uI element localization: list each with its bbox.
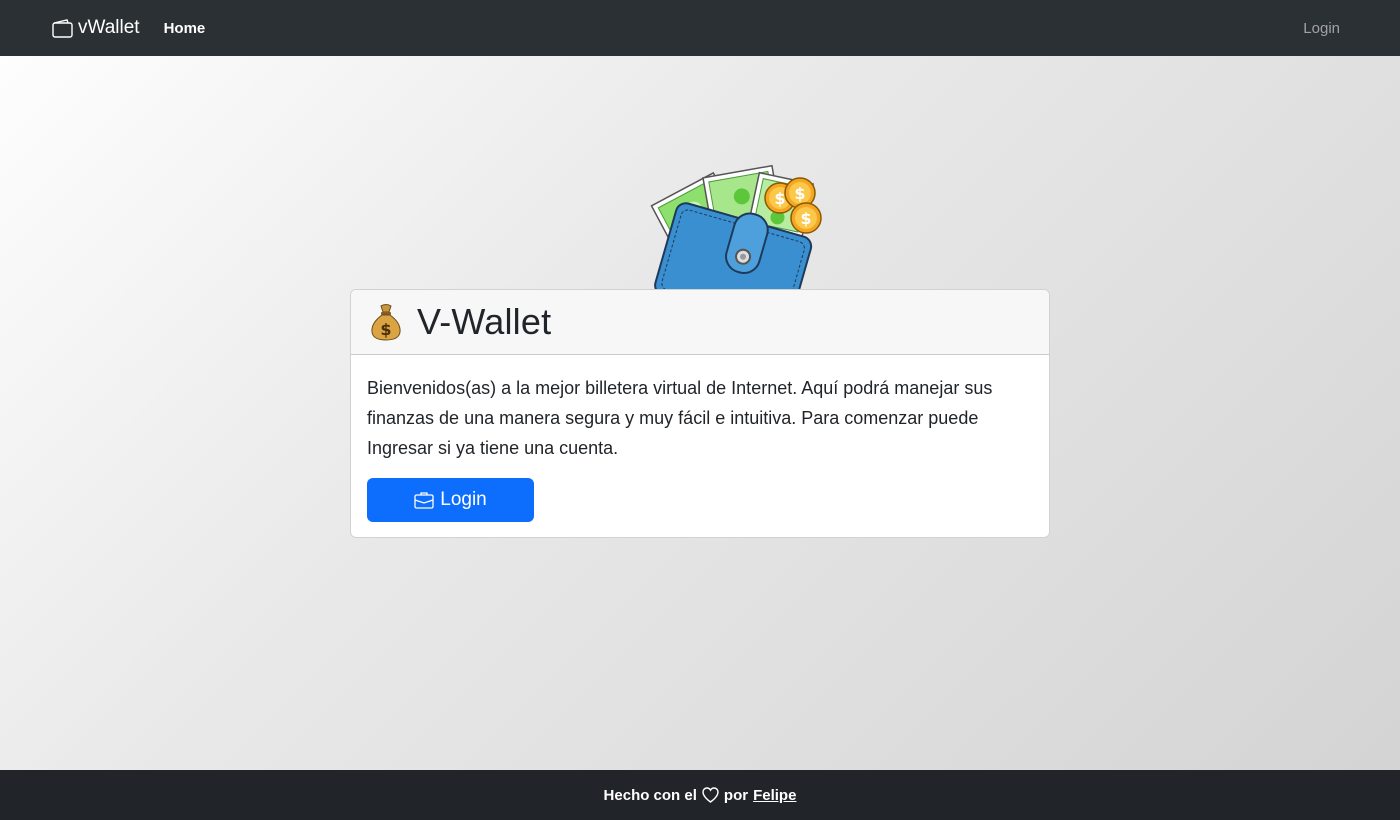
footer-text-before: Hecho con el (603, 786, 697, 804)
navbar: vWallet Home Login (0, 0, 1400, 56)
svg-text:$: $ (380, 320, 391, 339)
login-button[interactable]: Login (367, 478, 534, 522)
card-body: Bienvenidos(as) a la mejor billetera vir… (351, 355, 1049, 537)
card-title: V-Wallet (417, 301, 552, 342)
heart-icon (702, 787, 719, 803)
brand-link[interactable]: vWallet (52, 17, 140, 39)
brand-name: vWallet (78, 17, 140, 38)
author-link[interactable]: Felipe (753, 787, 796, 804)
nav-home-link[interactable]: Home (164, 20, 206, 37)
hero-wallet-image: $ $ $ (640, 160, 835, 290)
svg-text:$: $ (794, 184, 805, 203)
money-bag-icon: $ (369, 303, 403, 341)
wallet-icon (52, 18, 73, 38)
welcome-card: $ V-Wallet Bienvenidos(as) a la mejor bi… (350, 289, 1050, 538)
svg-text:$: $ (800, 209, 811, 228)
svg-text:$: $ (774, 189, 785, 208)
footer-text-after: por (723, 786, 749, 804)
briefcase-icon (414, 492, 434, 509)
footer: Hecho con el por Felipe (0, 770, 1400, 820)
login-button-label: Login (440, 489, 487, 510)
card-header: $ V-Wallet (351, 290, 1049, 355)
nav-login-link[interactable]: Login (1303, 20, 1340, 37)
card-description: Bienvenidos(as) a la mejor billetera vir… (367, 378, 993, 458)
